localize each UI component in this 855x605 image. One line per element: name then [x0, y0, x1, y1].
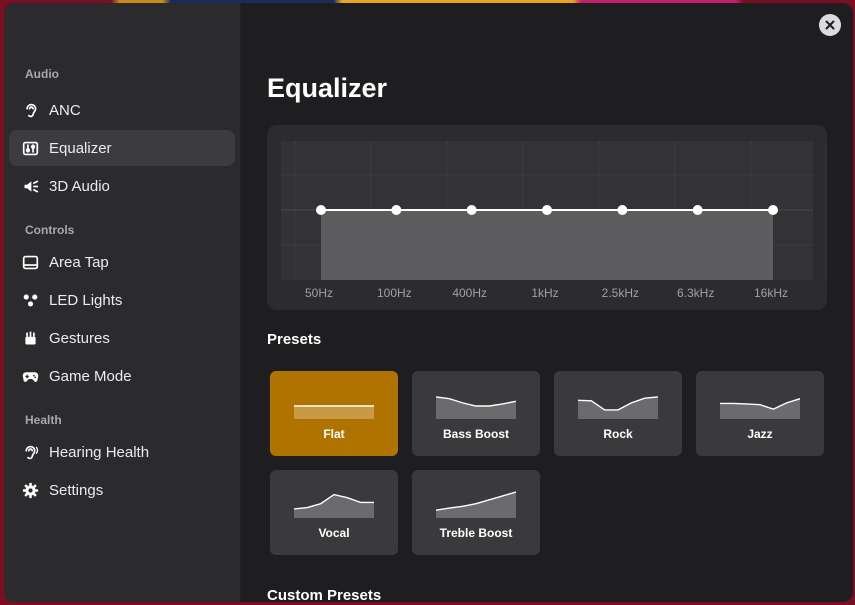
settings-window: Audio ANC Equalizer 3D Audio Controls Ar… [4, 3, 853, 602]
preset-vocal[interactable]: Vocal [270, 470, 398, 555]
section-title-audio: Audio [25, 67, 59, 81]
band-label: 100Hz [377, 286, 412, 300]
speaker-icon [20, 176, 40, 196]
band-label: 1kHz [531, 286, 558, 300]
sidebar: Audio ANC Equalizer 3D Audio Controls Ar… [4, 3, 241, 602]
preset-label: Treble Boost [439, 526, 513, 540]
hearing-icon [20, 442, 40, 462]
sidebar-item-game-mode[interactable]: Game Mode [9, 358, 235, 394]
equalizer-icon [20, 138, 40, 158]
section-title-health: Health [25, 413, 62, 427]
preset-curve-thumbnail [294, 405, 374, 419]
gamepad-icon [20, 366, 40, 386]
eq-handle-400Hz[interactable] [466, 205, 477, 215]
preset-label: Vocal [318, 526, 350, 540]
preset-treble-boost[interactable]: Treble Boost [412, 470, 540, 555]
gestures-icon [20, 328, 40, 348]
touchpad-icon [20, 252, 40, 272]
sidebar-item-hearing-health[interactable]: Hearing Health [9, 434, 235, 470]
preset-flat[interactable]: Flat [270, 371, 398, 456]
preset-curve-thumbnail [578, 396, 658, 419]
eq-fill-area [321, 210, 773, 280]
preset-curve-thumbnail [436, 396, 516, 419]
close-icon [825, 20, 835, 30]
sidebar-item-label: Game Mode [49, 367, 132, 385]
preset-label: Bass Boost [442, 427, 510, 441]
ear-icon [20, 100, 40, 120]
sidebar-item-label: LED Lights [49, 291, 123, 309]
preset-rock[interactable]: Rock [554, 371, 682, 456]
presets-heading: Presets [267, 331, 322, 348]
eq-handle-6.3kHz[interactable] [692, 205, 703, 215]
sidebar-item-label: Settings [49, 481, 104, 499]
page-title: Equalizer [267, 73, 388, 103]
equalizer-graph[interactable]: 50Hz 100Hz 400Hz 1kHz 2.5kHz 6.3kHz 16kHz [267, 125, 827, 310]
sidebar-item-area-tap[interactable]: Area Tap [9, 244, 235, 280]
band-label: 16kHz [754, 286, 788, 300]
sidebar-item-label: ANC [49, 101, 81, 119]
sidebar-item-label: 3D Audio [49, 177, 110, 195]
eq-handle-100Hz[interactable] [391, 205, 402, 215]
sidebar-item-settings[interactable]: Settings [9, 472, 235, 508]
led-icon [20, 290, 40, 310]
sidebar-item-label: Hearing Health [49, 443, 150, 461]
main-content: Equalizer 50Hz 100Hz 400Hz 1kHz 2.5kHz 6.3kHz… [241, 3, 853, 602]
band-label: 50Hz [305, 286, 333, 300]
sidebar-item-label: Gestures [49, 329, 110, 347]
preset-curve-fill [436, 396, 516, 419]
sidebar-item-equalizer[interactable]: Equalizer [9, 130, 235, 166]
preset-bass-boost[interactable]: Bass Boost [412, 371, 540, 456]
sidebar-item-gestures[interactable]: Gestures [9, 320, 235, 356]
sidebar-item-label: Area Tap [49, 253, 109, 271]
preset-curve-fill [294, 494, 374, 518]
gear-icon [20, 480, 40, 500]
preset-jazz[interactable]: Jazz [696, 371, 824, 456]
sidebar-item-anc[interactable]: ANC [9, 92, 235, 128]
preset-label: Flat [323, 427, 345, 441]
preset-curve-fill [294, 406, 374, 419]
sidebar-item-label: Equalizer [49, 139, 112, 157]
preset-curve-thumbnail [436, 491, 516, 518]
section-title-controls: Controls [25, 223, 75, 237]
custom-presets-heading: Custom Presets [267, 587, 382, 602]
band-label: 2.5kHz [602, 286, 639, 300]
preset-curve-thumbnail [294, 493, 374, 518]
preset-label: Rock [603, 427, 633, 441]
eq-handle-16kHz[interactable] [768, 205, 778, 215]
sidebar-item-led-lights[interactable]: LED Lights [9, 282, 235, 318]
close-button[interactable] [819, 14, 841, 36]
band-label: 6.3kHz [677, 286, 714, 300]
sidebar-item-3d-audio[interactable]: 3D Audio [9, 168, 235, 204]
eq-handle-2.5kHz[interactable] [617, 205, 628, 215]
eq-handle-1kHz[interactable] [542, 205, 552, 215]
preset-label: Jazz [747, 427, 773, 441]
eq-handle-50Hz[interactable] [316, 205, 326, 215]
preset-curve-thumbnail [720, 398, 800, 419]
equalizer-svg: 50Hz 100Hz 400Hz 1kHz 2.5kHz 6.3kHz 16kHz [281, 141, 827, 300]
band-label: 400Hz [452, 286, 487, 300]
